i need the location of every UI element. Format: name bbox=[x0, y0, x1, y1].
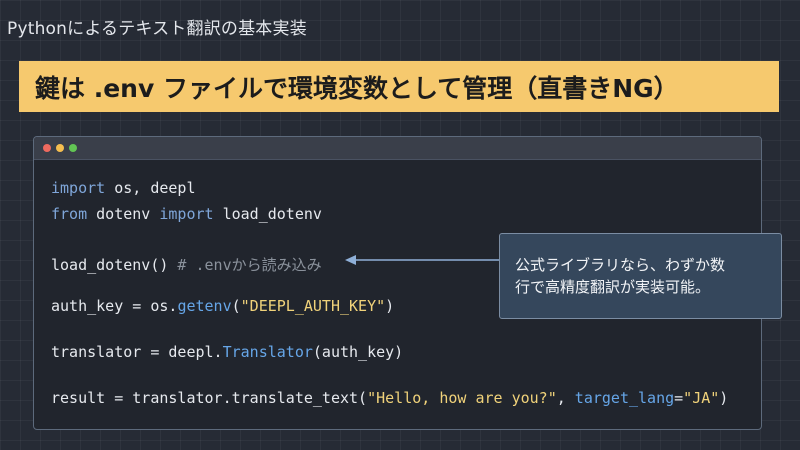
callout-text-line1: 公式ライブラリなら、わずか数 bbox=[515, 256, 726, 274]
callout-arrow-head bbox=[345, 255, 356, 265]
callout-box: 公式ライブラリなら、わずか数 行で高精度翻訳が実装可能。 bbox=[499, 233, 782, 319]
callout-arrow-icon bbox=[345, 255, 499, 265]
callout-text-line2: 行で高精度翻訳が実装可能。 bbox=[515, 278, 711, 296]
